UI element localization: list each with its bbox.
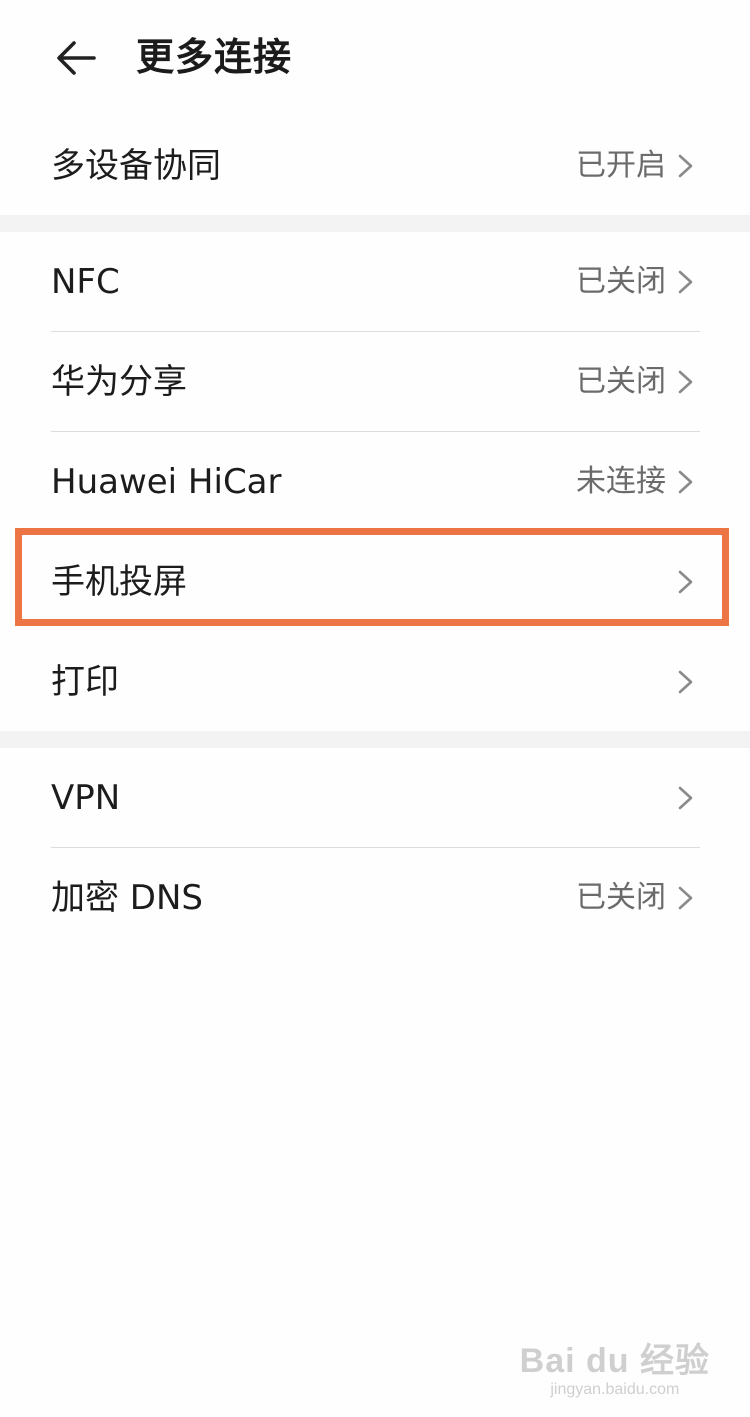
setting-label: NFC xyxy=(51,262,120,302)
page-title: 更多连接 xyxy=(136,35,293,79)
setting-label: 手机投屏 xyxy=(51,562,187,602)
setting-row-vpn[interactable]: VPN xyxy=(0,748,750,848)
section-gap xyxy=(0,215,750,232)
chevron-right-icon xyxy=(678,786,693,810)
settings-group-network: VPN 加密 DNS 已关闭 xyxy=(0,748,750,948)
setting-status: 已关闭 xyxy=(576,264,666,299)
chevron-right-icon xyxy=(678,886,693,910)
setting-label: 打印 xyxy=(51,662,119,702)
watermark: Bai du 经验 jingyan.baidu.com xyxy=(520,1341,710,1399)
back-button[interactable] xyxy=(46,28,106,88)
watermark-logo: Bai du 经验 xyxy=(519,1342,710,1380)
settings-group-collaboration: 多设备协同 已开启 xyxy=(0,116,750,216)
chevron-right-icon xyxy=(678,370,693,394)
setting-row-nfc[interactable]: NFC 已关闭 xyxy=(0,232,750,332)
setting-label: Huawei HiCar xyxy=(51,462,282,502)
chevron-right-icon xyxy=(678,154,693,178)
settings-page: 更多连接 多设备协同 已开启 NFC 已关闭 华为分享 已关闭 Huawei H… xyxy=(0,0,750,1417)
arrow-left-icon xyxy=(57,41,96,75)
section-gap xyxy=(0,731,750,748)
setting-row-huawei-share[interactable]: 华为分享 已关闭 xyxy=(0,332,750,432)
setting-label: VPN xyxy=(51,778,121,818)
app-header: 更多连接 xyxy=(0,0,750,116)
setting-row-hicar[interactable]: Huawei HiCar 未连接 xyxy=(0,432,750,532)
setting-status: 未连接 xyxy=(576,464,666,499)
chevron-right-icon xyxy=(678,570,693,594)
chevron-right-icon xyxy=(678,270,693,294)
settings-group-connections: NFC 已关闭 华为分享 已关闭 Huawei HiCar 未连接 手机投屏 打… xyxy=(0,232,750,732)
setting-row-print[interactable]: 打印 xyxy=(0,632,750,732)
setting-status: 已关闭 xyxy=(576,364,666,399)
watermark-url: jingyan.baidu.com xyxy=(550,1381,680,1398)
setting-row-screen-projection[interactable]: 手机投屏 xyxy=(0,532,750,632)
setting-label: 加密 DNS xyxy=(51,878,204,918)
setting-row-multi-device[interactable]: 多设备协同 已开启 xyxy=(0,116,750,216)
setting-status: 已关闭 xyxy=(576,880,666,915)
setting-status: 已开启 xyxy=(576,148,666,183)
chevron-right-icon xyxy=(678,470,693,494)
setting-row-private-dns[interactable]: 加密 DNS 已关闭 xyxy=(0,848,750,948)
chevron-right-icon xyxy=(678,670,693,694)
setting-label: 华为分享 xyxy=(51,362,187,402)
setting-label: 多设备协同 xyxy=(51,146,221,186)
